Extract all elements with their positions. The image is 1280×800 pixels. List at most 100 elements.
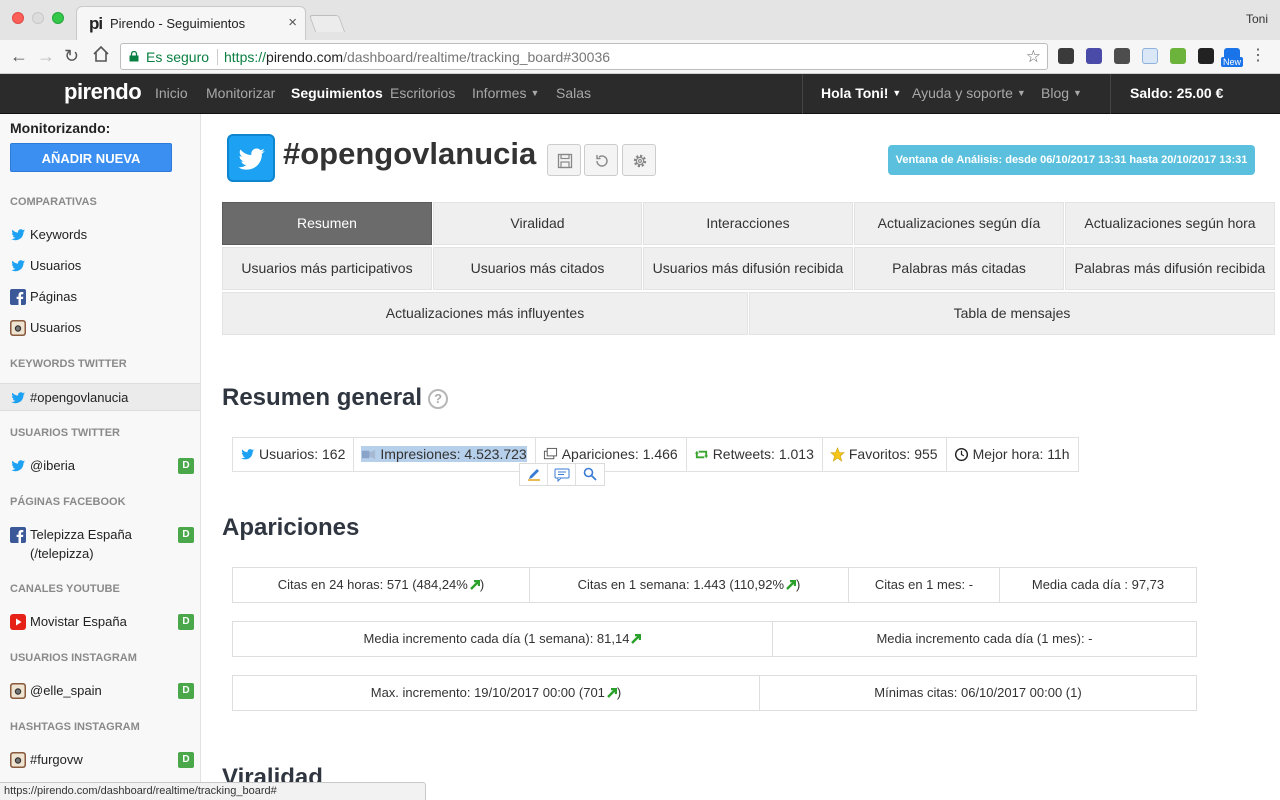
stat-impresiones: Impresiones: 4.523.723: [354, 438, 536, 471]
twitter-icon: [11, 260, 25, 272]
sidebar-item-iberia[interactable]: @iberia D: [0, 452, 200, 480]
d-badge[interactable]: D: [178, 458, 194, 474]
nav-informes[interactable]: Informes ▼: [472, 85, 539, 101]
nav-inicio[interactable]: Inicio: [155, 85, 188, 101]
tab-palabras-difusion[interactable]: Palabras más difusión recibida: [1065, 247, 1275, 290]
blog-menu[interactable]: Blog ▼: [1041, 85, 1082, 101]
summary-heading: Resumen general?: [222, 384, 449, 412]
d-badge[interactable]: D: [178, 752, 194, 768]
tab-actualizaciones-influyentes[interactable]: Actualizaciones más influyentes: [222, 292, 748, 335]
comment-button[interactable]: [548, 464, 576, 485]
sidebar-item-movistar[interactable]: Movistar España D: [0, 608, 200, 636]
user-menu[interactable]: Hola Toni! ▼: [821, 85, 901, 101]
d-badge[interactable]: D: [178, 683, 194, 699]
maximize-window-button[interactable]: [52, 12, 64, 24]
settings-button[interactable]: [622, 144, 656, 176]
nav-seguimientos[interactable]: Seguimientos: [291, 85, 383, 101]
tab-interacciones[interactable]: Interacciones: [643, 202, 853, 245]
star-icon: [830, 447, 845, 462]
os-user-name[interactable]: Toni: [1246, 12, 1268, 26]
sidebar-item-label: Telepizza España (/telepizza): [30, 525, 132, 563]
tab-actualizaciones-hora[interactable]: Actualizaciones según hora: [1065, 202, 1275, 245]
tab-usuarios-citados[interactable]: Usuarios más citados: [433, 247, 642, 290]
url-domain: pirendo.com: [266, 49, 344, 65]
extension-icon[interactable]: [1086, 48, 1102, 64]
balance[interactable]: Saldo: 25.00 €: [1130, 85, 1223, 101]
m-extension-icon[interactable]: [1114, 48, 1130, 64]
sidebar-item-label: @iberia: [30, 458, 75, 473]
chevron-down-icon: ▼: [530, 88, 540, 98]
facebook-icon: [10, 289, 26, 305]
minimize-window-button[interactable]: [32, 12, 44, 24]
main-content: #opengovlanucia Ventana de Análisis: des…: [201, 114, 1280, 800]
reload-icon[interactable]: ↻: [64, 45, 79, 67]
folder-extension-icon[interactable]: [1142, 48, 1158, 64]
tab-palabras-citadas[interactable]: Palabras más citadas: [854, 247, 1064, 290]
owl-extension-icon[interactable]: [1198, 48, 1214, 64]
instagram-icon: [10, 683, 26, 699]
clock-icon: [954, 447, 968, 462]
buffer-extension-icon[interactable]: [1058, 48, 1074, 64]
tab-usuarios-difusion[interactable]: Usuarios más difusión recibida: [643, 247, 853, 290]
section-usuarios-instagram: USUARIOS INSTAGRAM: [10, 652, 137, 664]
tab-resumen[interactable]: Resumen: [222, 202, 432, 245]
help-menu[interactable]: Ayuda y soporte ▼: [912, 85, 1026, 101]
sidebar-item-paginas[interactable]: Páginas: [0, 283, 200, 311]
browser-tab[interactable]: pi Pirendo - Seguimientos ×: [76, 6, 306, 40]
tab-usuarios-participativos[interactable]: Usuarios más participativos: [222, 247, 432, 290]
forward-arrow-icon[interactable]: →: [37, 45, 55, 67]
url-text[interactable]: https://pirendo.com/dashboard/realtime/t…: [224, 49, 610, 65]
add-new-button[interactable]: AÑADIR NUEVA: [10, 143, 172, 172]
selection-highlight: Impresiones: 4.523.723: [361, 446, 527, 462]
max-incremento-text: Max. incremento: 19/10/2017 00:00 (701: [370, 685, 605, 700]
sidebar-item-elle-spain[interactable]: @elle_spain D: [0, 677, 200, 705]
d-badge[interactable]: D: [178, 614, 194, 630]
sidebar-item-telepizza[interactable]: Telepizza España (/telepizza) D: [0, 521, 200, 565]
d-badge[interactable]: D: [178, 527, 194, 543]
apariciones-row-3: Max. incremento: 19/10/2017 00:00 (701) …: [232, 675, 1197, 711]
browser-menu-icon[interactable]: ⋮: [1250, 48, 1266, 64]
twitter-icon: [241, 449, 255, 460]
home-icon[interactable]: [92, 45, 110, 68]
sidebar-item-usuarios-twitter[interactable]: Usuarios: [0, 252, 200, 280]
search-icon: [583, 467, 597, 481]
selection-toolbar: [519, 463, 605, 486]
facebook-page-handle: (/telepizza): [30, 546, 94, 561]
instagram-icon: [10, 320, 26, 336]
sidebar-item-label: Usuarios: [30, 258, 82, 273]
analysis-window-badge[interactable]: Ventana de Análisis: desde 06/10/2017 13…: [888, 145, 1255, 175]
comment-icon: [554, 468, 570, 482]
new-tab-button[interactable]: [308, 15, 346, 32]
section-usuarios-twitter: USUARIOS TWITTER: [10, 427, 120, 439]
close-tab-icon[interactable]: ×: [288, 14, 297, 31]
sidebar-item-label: Usuarios: [30, 320, 82, 335]
tab-actualizaciones-dia[interactable]: Actualizaciones según día: [854, 202, 1064, 245]
close-window-button[interactable]: [12, 12, 24, 24]
monitoring-label: Monitorizando:: [10, 120, 111, 136]
bookmark-star-icon[interactable]: ☆: [1026, 47, 1041, 67]
sidebar-item-opengovlanucia[interactable]: #opengovlanucia: [0, 383, 200, 411]
sidebar-item-label: #opengovlanucia: [30, 390, 129, 405]
address-bar[interactable]: Es seguro https://pirendo.com/dashboard/…: [120, 43, 1048, 70]
sidebar-item-usuarios-instagram[interactable]: Usuarios: [0, 314, 200, 342]
chevron-down-icon: ▼: [1016, 88, 1026, 98]
save-icon: [557, 153, 573, 169]
save-button[interactable]: [547, 144, 581, 176]
tab-viralidad[interactable]: Viralidad: [433, 202, 642, 245]
tab-row: Usuarios más participativos Usuarios más…: [222, 247, 1275, 292]
sidebar-item-furgovw[interactable]: #furgovw D: [0, 746, 200, 774]
back-arrow-icon[interactable]: ←: [10, 45, 28, 67]
address-separator: [217, 49, 218, 65]
nav-escritorios[interactable]: Escritorios: [390, 85, 455, 101]
tab-tabla-mensajes[interactable]: Tabla de mensajes: [749, 292, 1275, 335]
help-icon[interactable]: ?: [428, 389, 449, 409]
pirendo-logo[interactable]: pirendo: [64, 79, 142, 105]
nav-salas[interactable]: Salas: [556, 85, 591, 101]
reset-button[interactable]: [584, 144, 618, 176]
download-extension-icon[interactable]: [1170, 48, 1186, 64]
sidebar-item-label: #furgovw: [30, 752, 83, 767]
edit-pencil-button[interactable]: [520, 464, 548, 485]
sidebar-item-keywords[interactable]: Keywords: [0, 221, 200, 249]
search-button[interactable]: [576, 464, 604, 485]
nav-monitorizar[interactable]: Monitorizar: [206, 85, 275, 101]
